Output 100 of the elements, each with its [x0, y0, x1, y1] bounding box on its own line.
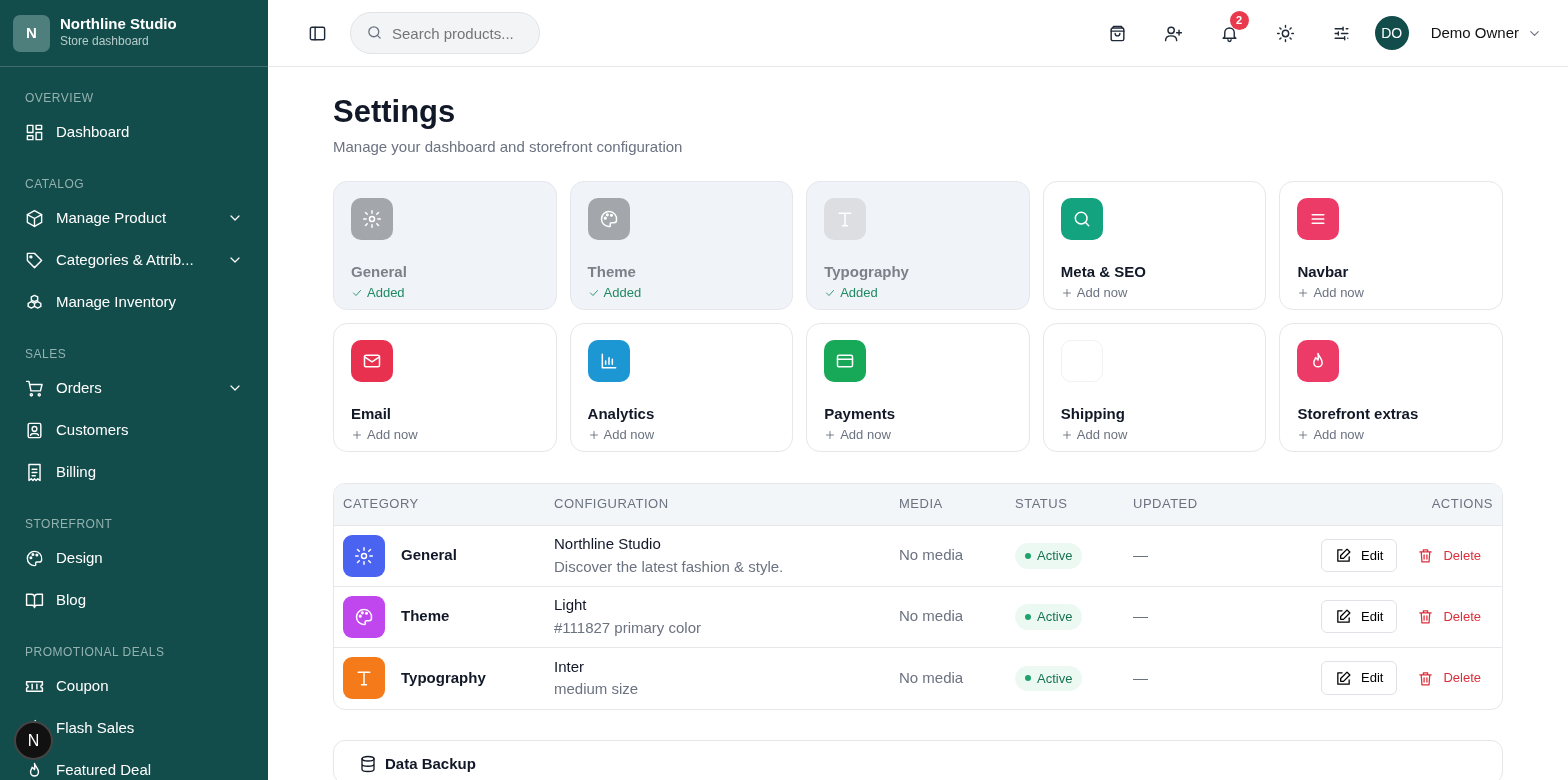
- user-avatar[interactable]: DO: [1374, 16, 1409, 50]
- sidebar-item[interactable]: Billing: [56, 460, 243, 484]
- config-detail: medium size: [554, 679, 639, 700]
- module-name: Navbar: [1297, 261, 1350, 282]
- store-name: Northline Studio: [60, 15, 177, 33]
- settings-module-card[interactable]: General Added: [333, 180, 557, 310]
- sidebar-panel-icon: [307, 23, 327, 43]
- tag-icon: [25, 250, 44, 270]
- plus-icon: [351, 428, 363, 441]
- delete-button[interactable]: Delete: [1405, 662, 1493, 694]
- plus-icon: [1297, 286, 1310, 299]
- config-title: Light: [554, 595, 587, 616]
- module-name: Theme: [587, 261, 637, 282]
- pencil-square-icon: [1335, 669, 1352, 687]
- sidebar-item[interactable]: Flash Sales: [56, 716, 243, 740]
- edit-button[interactable]: Edit: [1321, 661, 1398, 695]
- sidebar-section-title: OVERVIEW: [24, 90, 95, 107]
- sidebar-item[interactable]: Blog: [56, 588, 243, 612]
- sidebar-section-title: CATALOG: [24, 176, 86, 193]
- updated-text: —: [1133, 607, 1148, 625]
- database-icon: [359, 754, 377, 773]
- category-name: General: [401, 545, 457, 566]
- page-title: Settings: [333, 93, 457, 131]
- palette-icon: [598, 208, 619, 229]
- edit-button[interactable]: Edit: [1321, 599, 1398, 634]
- settings-module-card[interactable]: Navbar Add now: [1279, 180, 1503, 310]
- search-icon: [366, 24, 383, 41]
- sidebar-item[interactable]: Design: [56, 546, 243, 570]
- config-detail: Discover the latest fashion & style.: [554, 556, 784, 577]
- status-pill: Active: [1015, 604, 1083, 630]
- module-status: Add now: [824, 425, 1012, 445]
- settings-module-card[interactable]: Email Add now: [333, 322, 557, 452]
- store-logo: N: [13, 14, 50, 52]
- cube-icon: [25, 208, 44, 228]
- module-name: Typography: [824, 261, 910, 282]
- notifications-button[interactable]: 2: [1206, 13, 1253, 53]
- user-menu-button[interactable]: Demo Owner: [1424, 20, 1548, 46]
- sidebar-section-title: STOREFRONT: [24, 516, 114, 533]
- column-header: MEDIA: [898, 495, 944, 514]
- plus-icon: [1060, 286, 1073, 299]
- settings-module-card[interactable]: Shipping Add now: [1042, 322, 1267, 452]
- module-status: Add now: [1060, 425, 1249, 445]
- search-field[interactable]: Search products...: [350, 12, 540, 54]
- sidebar-item[interactable]: Dashboard: [56, 120, 243, 144]
- plus-icon: [587, 428, 600, 441]
- column-header: STATUS: [1014, 495, 1069, 514]
- sidebar-item[interactable]: Featured Deal: [56, 758, 243, 780]
- settings-module-card[interactable]: Analytics Add now: [569, 322, 794, 452]
- sidebar-item[interactable]: Manage Inventory: [56, 290, 243, 314]
- settings-module-card[interactable]: Typography Added: [806, 180, 1030, 310]
- column-header: CONFIGURATION: [553, 495, 670, 514]
- settings-module-card[interactable]: Theme Added: [569, 180, 794, 310]
- category-name: Theme: [401, 606, 450, 627]
- status-pill: Active: [1015, 665, 1083, 692]
- trash-icon: [1417, 608, 1435, 626]
- palette-icon: [354, 606, 374, 627]
- module-name: Meta & SEO: [1060, 261, 1147, 282]
- column-header: UPDATED: [1132, 495, 1199, 514]
- module-name: Shipping: [1060, 403, 1126, 424]
- module-status: Add now: [1060, 283, 1249, 303]
- trash-icon: [1417, 669, 1435, 687]
- module-status: Added: [351, 283, 539, 303]
- sidebar-section-title: SALES: [24, 346, 68, 363]
- settings-module-card[interactable]: Storefront extras Add now: [1279, 322, 1503, 452]
- media-text: No media: [899, 546, 964, 564]
- module-status: Add now: [1297, 425, 1485, 445]
- plus-icon: [1060, 428, 1073, 441]
- sun-icon: [1276, 23, 1296, 43]
- module-status: Add now: [351, 425, 539, 445]
- sidebar-section-title: PROMOTIONAL DEALS: [24, 644, 166, 661]
- delete-button[interactable]: Delete: [1405, 539, 1493, 572]
- config-title: Inter: [554, 656, 584, 677]
- boxes-icon: [25, 292, 44, 312]
- module-status: Added: [824, 283, 1012, 303]
- sidebar-item[interactable]: Manage Product: [56, 206, 215, 230]
- settings-module-card[interactable]: Payments Add now: [806, 322, 1030, 452]
- sidebar-item[interactable]: Coupon: [56, 674, 243, 698]
- module-status: Add now: [1297, 283, 1485, 303]
- sidebar-item[interactable]: Orders: [56, 376, 215, 400]
- edit-button[interactable]: Edit: [1321, 538, 1398, 573]
- receipt-icon: [25, 462, 44, 482]
- updated-text: —: [1133, 546, 1148, 564]
- module-name: General: [351, 261, 408, 282]
- settings-module-card[interactable]: Meta & SEO Add now: [1042, 180, 1267, 310]
- plus-icon: [1297, 428, 1310, 441]
- module-name: Payments: [824, 403, 897, 424]
- dev-badge[interactable]: N: [14, 721, 53, 760]
- cart-icon: [25, 378, 44, 398]
- module-status: Add now: [587, 425, 776, 445]
- sidebar-item[interactable]: Categories & Attrib...: [56, 248, 215, 272]
- updated-text: —: [1133, 668, 1148, 686]
- module-name: Email: [351, 403, 393, 424]
- pencil-square-icon: [1335, 608, 1352, 626]
- book-icon: [25, 590, 44, 610]
- sidebar-item[interactable]: Customers: [56, 418, 243, 442]
- module-status: Added: [587, 283, 776, 303]
- config-title: Northline Studio: [554, 534, 661, 555]
- delete-button[interactable]: Delete: [1405, 600, 1493, 633]
- trash-icon: [1417, 547, 1435, 565]
- backup-card-title: Data Backup: [385, 753, 476, 774]
